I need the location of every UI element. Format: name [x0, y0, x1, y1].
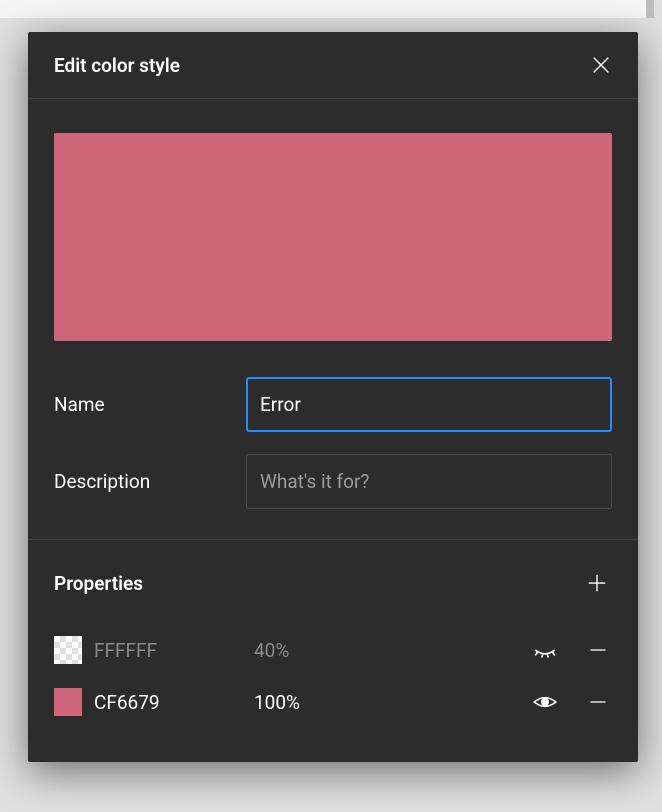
eye-closed-icon [532, 637, 558, 663]
description-label: Description [54, 470, 246, 493]
minus-icon [588, 692, 608, 712]
modal-header: Edit color style [28, 32, 638, 99]
name-label: Name [54, 393, 246, 416]
name-input[interactable] [246, 377, 612, 432]
color-swatch[interactable] [54, 688, 82, 716]
visibility-toggle-button[interactable] [528, 685, 562, 719]
visibility-toggle-button[interactable] [528, 633, 562, 667]
properties-title: Properties [54, 572, 143, 595]
name-field-row: Name [54, 377, 612, 432]
plus-icon [586, 572, 608, 594]
property-row: FFFFFF 40% [54, 624, 612, 676]
minus-icon [588, 640, 608, 660]
properties-section: Properties FFFFFF 40% [28, 540, 638, 762]
eye-open-icon [532, 689, 558, 715]
hex-value[interactable]: CF6679 [94, 691, 242, 714]
remove-property-button[interactable] [584, 636, 612, 664]
edit-color-style-modal: Edit color style Name Description Proper… [28, 32, 638, 762]
remove-property-button[interactable] [584, 688, 612, 716]
add-property-button[interactable] [582, 568, 612, 598]
description-field-row: Description [54, 454, 612, 509]
color-swatch[interactable] [54, 636, 82, 664]
color-preview[interactable] [54, 133, 612, 341]
opacity-value[interactable]: 40% [254, 639, 516, 662]
opacity-value[interactable]: 100% [254, 691, 516, 714]
hex-value[interactable]: FFFFFF [94, 639, 242, 662]
properties-header: Properties [54, 568, 612, 598]
property-row: CF6679 100% [54, 676, 612, 728]
modal-body: Name Description [28, 99, 638, 540]
description-input[interactable] [246, 454, 612, 509]
modal-title: Edit color style [54, 54, 180, 77]
close-button[interactable] [586, 50, 616, 80]
close-icon [590, 54, 612, 76]
